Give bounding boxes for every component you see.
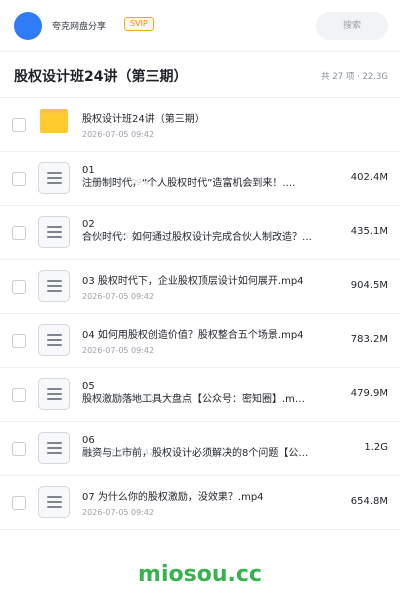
folder-icon	[40, 109, 68, 133]
document-icon	[38, 216, 70, 248]
file-list: 股权设计班24讲（第三期） 2026-07-05 09:42 01 注册制时代，“个人…	[0, 98, 400, 530]
file-date: 2026-07-05 09:42	[82, 130, 155, 139]
file-date: 2026-07-05 09:42	[82, 448, 155, 457]
file-name: 04 如何用股权创造价值？股权整合五个场景.mp4	[82, 330, 304, 341]
document-icon	[38, 162, 70, 194]
document-icon	[38, 324, 70, 356]
file-date: 2026-07-05 09:42	[82, 508, 155, 517]
file-size: 402.4M	[350, 172, 388, 183]
document-icon	[38, 378, 70, 410]
file-name: 03 股权时代下，企业股权顶层设计如何展开.mp4	[82, 276, 304, 287]
file-size: 479.9M	[350, 388, 388, 399]
row-checkbox[interactable]	[12, 388, 26, 402]
row-checkbox[interactable]	[12, 280, 26, 294]
file-date: 2026-07-05 09:42	[82, 232, 155, 241]
file-size: 904.5M	[350, 280, 388, 291]
file-size: 783.2M	[350, 334, 388, 345]
file-row[interactable]: 05 股权激励落地工具大盘点【公众号：密知圈】.m… 2026-07-05 09:4…	[0, 368, 400, 422]
svip-badge: SVIP	[124, 17, 154, 31]
watermark: miosou.cc	[138, 562, 262, 587]
document-icon	[38, 270, 70, 302]
file-date: 2026-07-05 09:42	[82, 178, 155, 187]
file-name: 07 为什么你的股权激励，没效果？.mp4	[82, 492, 264, 503]
avatar[interactable]	[14, 12, 42, 40]
file-date: 2026-07-05 09:42	[82, 346, 155, 355]
folder-row[interactable]: 股权设计班24讲（第三期） 2026-07-05 09:42	[0, 98, 400, 152]
file-row[interactable]: 07 为什么你的股权激励，没效果？.mp4 2026-07-05 09:42 654…	[0, 476, 400, 530]
file-row[interactable]: 03 股权时代下，企业股权顶层设计如何展开.mp4 2026-07-05 09:4…	[0, 260, 400, 314]
row-checkbox[interactable]	[12, 442, 26, 456]
file-size: 435.1M	[350, 226, 388, 237]
file-row[interactable]: 01 注册制时代，“个人股权时代”造富机会到来！.… 2026-07-05 09:4…	[0, 152, 400, 206]
row-checkbox[interactable]	[12, 496, 26, 510]
folder-header: 股权设计班24讲（第三期） 共 27 项 · 22.3G	[0, 52, 400, 98]
file-row[interactable]: 02 合伙时代：如何通过股权设计完成合伙人制改造？… 2026-07-05 09:4…	[0, 206, 400, 260]
document-icon	[38, 486, 70, 518]
file-name: 股权设计班24讲（第三期）	[82, 114, 205, 125]
file-date: 2026-07-05 09:42	[82, 394, 155, 403]
row-checkbox[interactable]	[12, 226, 26, 240]
row-checkbox[interactable]	[12, 334, 26, 348]
document-icon	[38, 432, 70, 464]
row-checkbox[interactable]	[12, 172, 26, 186]
row-checkbox[interactable]	[12, 118, 26, 132]
top-bar: 夸克网盘分享 SVIP 搜索	[0, 0, 400, 52]
search-input[interactable]: 搜索	[316, 12, 388, 40]
page-title: 股权设计班24讲（第三期）	[14, 69, 188, 85]
file-date: 2026-07-05 09:42	[82, 292, 155, 301]
file-row[interactable]: 06 融资与上市前，股权设计必须解决的8个问题【公… 2026-07-05 09:4…	[0, 422, 400, 476]
share-owner-name: 夸克网盘分享	[52, 22, 107, 32]
folder-summary: 共 27 项 · 22.3G	[321, 72, 388, 82]
file-row[interactable]: 04 如何用股权创造价值？股权整合五个场景.mp4 2026-07-05 09:4…	[0, 314, 400, 368]
file-size: 654.8M	[350, 496, 388, 507]
file-size: 1.2G	[364, 442, 388, 453]
